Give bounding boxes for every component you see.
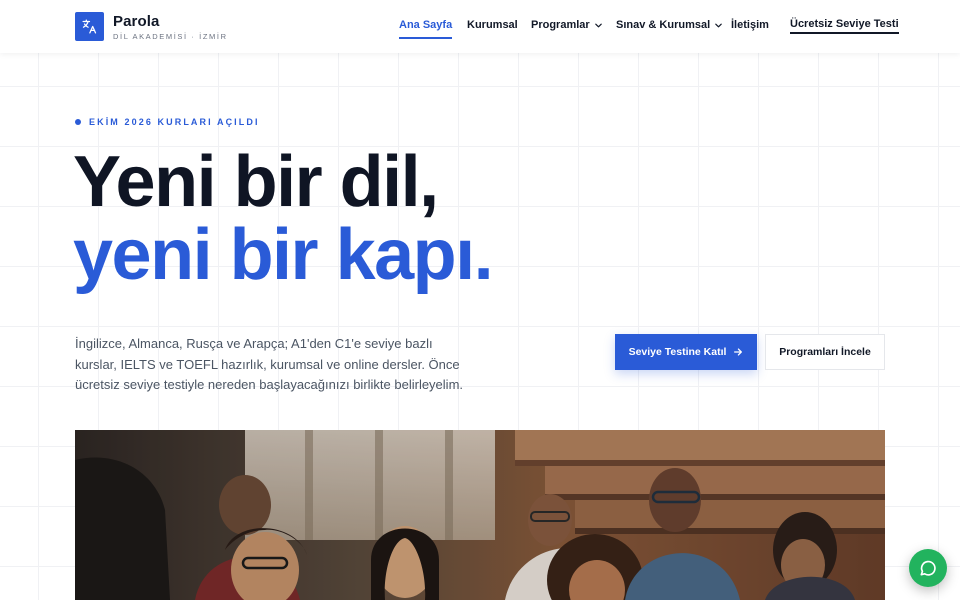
nav-item-label: Programlar	[531, 19, 590, 31]
classroom-students-photo	[75, 430, 885, 600]
nav-item-label: Kurumsal	[467, 19, 518, 31]
nav-cta-label: Ücretsiz Seviye Testi	[790, 18, 899, 30]
arrow-right-icon	[734, 348, 743, 356]
nav-item-iletisim[interactable]: İletişim	[731, 19, 769, 31]
nav-cta-free-level-test[interactable]: Ücretsiz Seviye Testi	[790, 18, 899, 34]
level-test-button-label: Seviye Testine Katıl	[628, 346, 727, 358]
brand-name[interactable]: Parola	[113, 13, 159, 30]
hero-title-line-2: yeni bir kapı.	[73, 215, 494, 295]
hero-eyebrow: EKİM 2026 KURLARI AÇILDI	[75, 117, 260, 127]
nav-item-sinav-kurumsal[interactable]: Sınav & Kurumsal	[616, 19, 723, 31]
hero-lead: İngilizce, Almanca, Rusça ve Arapça; A1'…	[75, 336, 464, 392]
whatsapp-chat-button[interactable]	[909, 549, 947, 587]
level-test-button[interactable]: Seviye Testine Katıl	[615, 334, 757, 370]
whatsapp-icon	[920, 560, 936, 576]
nav-item-kurumsal[interactable]: Kurumsal	[467, 19, 518, 31]
eyebrow-dot-icon	[75, 119, 81, 125]
logo[interactable]	[75, 12, 104, 41]
nav-item-label: İletişim	[731, 19, 769, 31]
browse-programs-button[interactable]: Programları İncele	[765, 334, 885, 370]
browse-programs-button-label: Programları İncele	[779, 346, 871, 358]
chevron-down-icon	[715, 23, 722, 27]
nav-item-ana-sayfa[interactable]: Ana Sayfa	[399, 19, 453, 39]
nav-item-programlar[interactable]: Programlar	[531, 19, 603, 31]
eyebrow-text: EKİM 2026 KURLARI AÇILDI	[89, 117, 260, 127]
site-header: Parola DİL AKADEMİSİ · İZMİR Ana Sayfa K…	[0, 0, 960, 53]
classroom-photo	[75, 430, 885, 600]
nav-item-label: Ana Sayfa	[399, 19, 453, 31]
hero-title-line-1: Yeni bir dil,	[73, 142, 439, 222]
brand-subtitle: DİL AKADEMİSİ · İZMİR	[113, 32, 228, 41]
nav-item-label: Sınav & Kurumsal	[616, 19, 711, 31]
chevron-down-icon	[594, 23, 602, 27]
translate-icon	[82, 19, 97, 34]
